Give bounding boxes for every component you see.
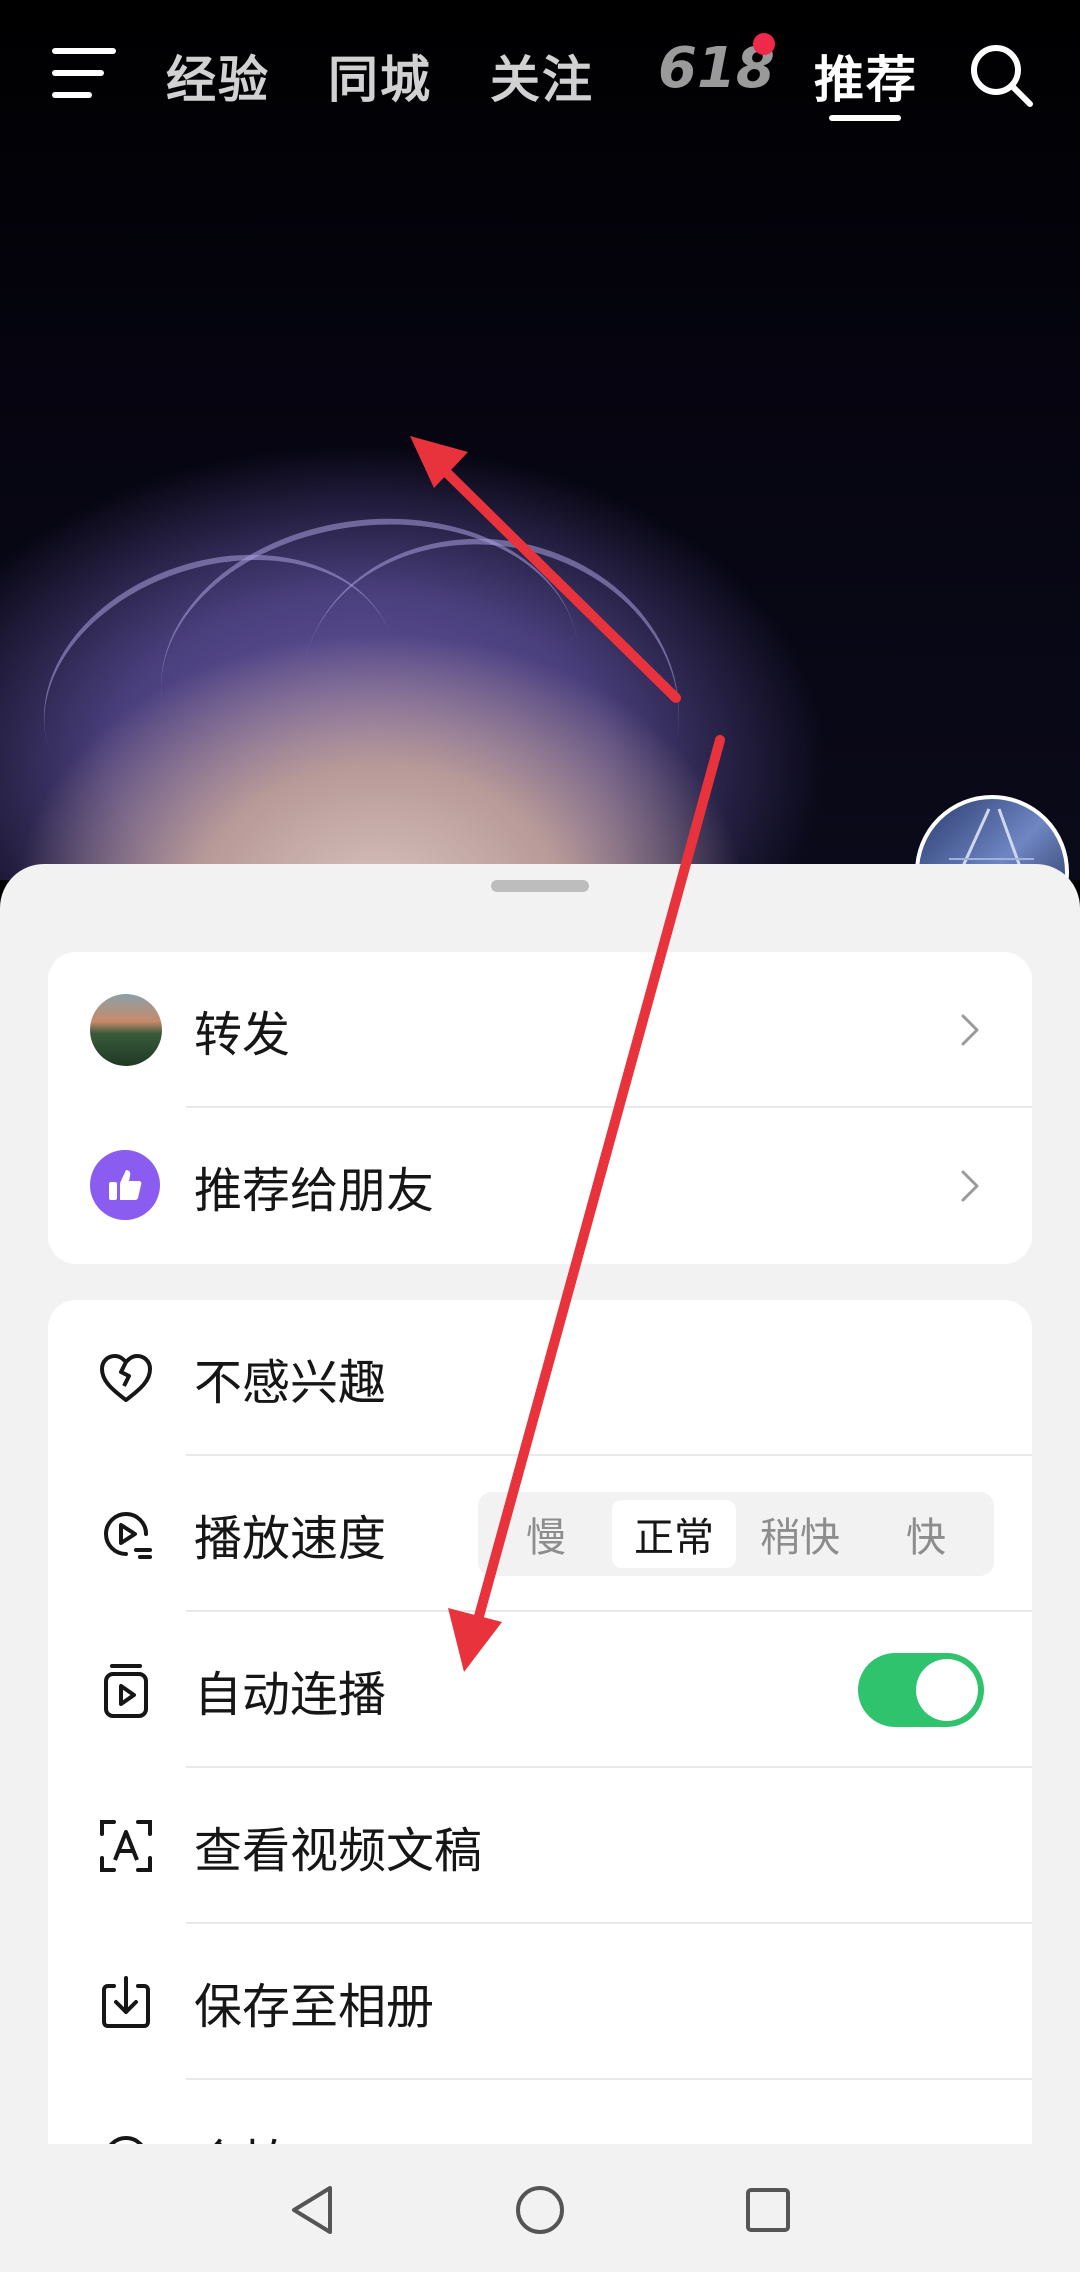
options-card: 不感兴趣 播放速度 慢 正常 稍快 快 自动连播 查看视频文稿 保存至相册	[48, 1300, 1032, 2144]
recommend-to-friends-row[interactable]: 推荐给朋友	[48, 1108, 1032, 1264]
broken-heart-icon	[100, 1354, 152, 1402]
playback-speed-row: 播放速度 慢 正常 稍快 快	[48, 1456, 1032, 1612]
recents-icon[interactable]	[738, 2180, 798, 2240]
active-tab-indicator	[829, 115, 901, 121]
system-navigation-bar	[0, 2144, 1080, 2272]
transcript-label: 查看视频文稿	[194, 1823, 483, 1879]
download-icon	[102, 1976, 150, 2028]
save-to-album-label: 保存至相册	[194, 1979, 435, 2035]
playback-speed-label: 播放速度	[194, 1511, 387, 1567]
speed-option-slow[interactable]: 慢	[484, 1500, 608, 1568]
drag-handle[interactable]	[491, 880, 589, 892]
tab-recommended[interactable]: 推荐	[814, 40, 918, 112]
share-card: 转发 推荐给朋友	[48, 952, 1032, 1264]
duet-icon	[109, 2136, 143, 2144]
speed-selector: 慢 正常 稍快 快	[478, 1492, 994, 1576]
duet-label: 合拍	[194, 2123, 290, 2144]
recommend-to-friends-label: 推荐给朋友	[194, 1163, 435, 1219]
autoplay-row: 自动连播	[48, 1612, 1032, 1768]
tab-experience[interactable]: 经验	[166, 40, 270, 112]
search-icon[interactable]	[966, 40, 1036, 110]
toggle-knob	[916, 1659, 978, 1721]
avatar-thumbnail	[90, 994, 162, 1066]
save-to-album-row[interactable]: 保存至相册	[48, 1924, 1032, 2080]
speed-option-normal[interactable]: 正常	[612, 1500, 736, 1568]
back-icon[interactable]	[282, 2180, 342, 2240]
tab-following[interactable]: 关注	[490, 40, 594, 112]
transcript-row[interactable]: 查看视频文稿	[48, 1768, 1032, 1924]
menu-icon[interactable]	[52, 48, 116, 100]
forward-row[interactable]: 转发	[48, 952, 1032, 1108]
forward-label: 转发	[194, 1007, 291, 1063]
duet-row[interactable]: 合拍	[48, 2080, 1032, 2144]
play-speed-icon	[104, 1512, 152, 1559]
not-interested-label: 不感兴趣	[194, 1355, 387, 1411]
autoplay-toggle[interactable]	[858, 1653, 984, 1727]
more-options-sheet: 转发 推荐给朋友 不感兴趣 播放速度 慢 正常 稍快 快 自动连播 查看视频文稿…	[0, 864, 1080, 2144]
top-navigation: 经验 同城 关注 618 推荐	[0, 0, 1080, 150]
not-interested-row[interactable]: 不感兴趣	[48, 1300, 1032, 1456]
chevron-right-icon	[961, 1014, 979, 1046]
autoplay-label: 自动连播	[194, 1667, 387, 1723]
home-icon[interactable]	[510, 2180, 570, 2240]
tab-local[interactable]: 同城	[328, 40, 432, 112]
text-recognition-icon	[100, 1820, 152, 1872]
notification-badge	[753, 33, 775, 55]
thumbs-up-icon	[90, 1150, 162, 1222]
autoplay-icon	[104, 1664, 148, 1718]
chevron-right-icon	[961, 1170, 979, 1202]
speed-option-fast[interactable]: 快	[864, 1500, 988, 1568]
speed-option-slightly-fast[interactable]: 稍快	[738, 1500, 862, 1568]
